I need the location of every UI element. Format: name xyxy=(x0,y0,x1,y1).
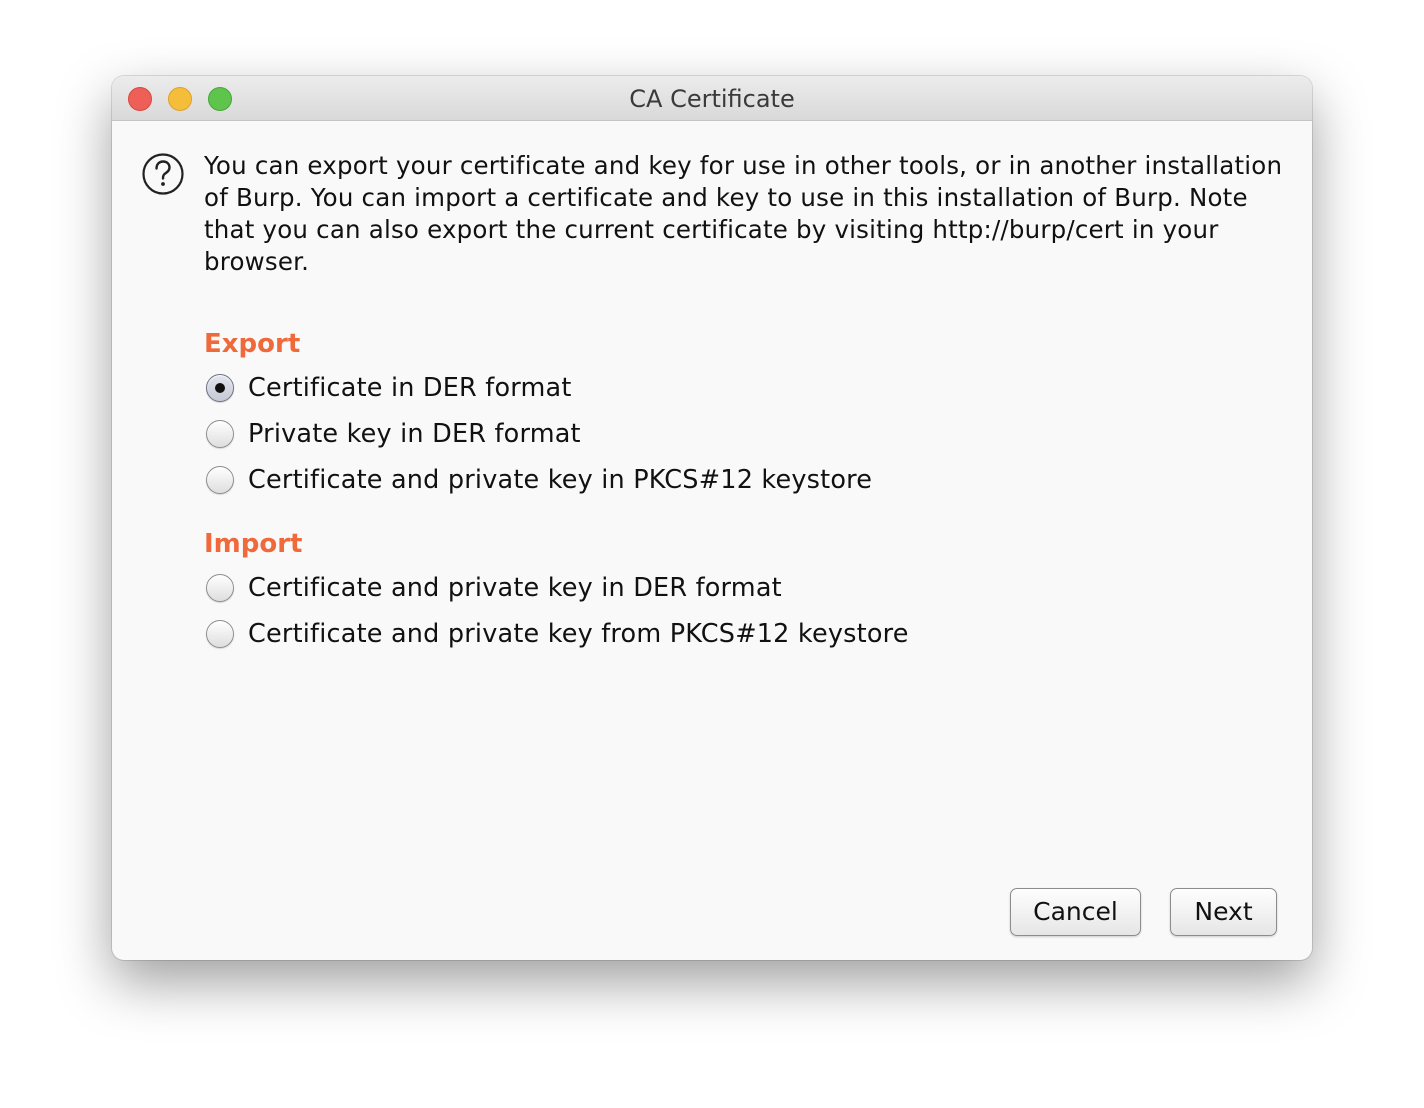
radio-button-selected[interactable] xyxy=(206,374,234,402)
radio-label: Certificate and private key from PKCS#12… xyxy=(248,619,909,649)
radio-button[interactable] xyxy=(206,574,234,602)
radio-button[interactable] xyxy=(206,466,234,494)
ca-certificate-dialog: CA Certificate You can export your certi… xyxy=(112,76,1312,960)
radio-label: Certificate in DER format xyxy=(248,373,572,403)
radio-label: Certificate and private key in DER forma… xyxy=(248,573,782,603)
radio-button[interactable] xyxy=(206,420,234,448)
import-option-pkcs12-keystore[interactable]: Certificate and private key from PKCS#12… xyxy=(206,617,909,651)
import-option-der[interactable]: Certificate and private key in DER forma… xyxy=(206,571,782,605)
next-button[interactable]: Next xyxy=(1170,888,1277,936)
cancel-button[interactable]: Cancel xyxy=(1010,888,1141,936)
radio-label: Certificate and private key in PKCS#12 k… xyxy=(248,465,873,495)
export-option-pkcs12-keystore[interactable]: Certificate and private key in PKCS#12 k… xyxy=(206,463,872,497)
window-title: CA Certificate xyxy=(629,85,795,113)
question-mark-icon xyxy=(142,153,184,195)
radio-button[interactable] xyxy=(206,620,234,648)
radio-label: Private key in DER format xyxy=(248,419,581,449)
export-heading: Export xyxy=(204,329,301,359)
import-heading: Import xyxy=(204,529,303,559)
title-bar[interactable]: CA Certificate xyxy=(112,76,1312,121)
dialog-message: You can export your certificate and key … xyxy=(204,151,1283,276)
export-option-certificate-der[interactable]: Certificate in DER format xyxy=(206,371,572,405)
export-option-private-key-der[interactable]: Private key in DER format xyxy=(206,417,581,451)
